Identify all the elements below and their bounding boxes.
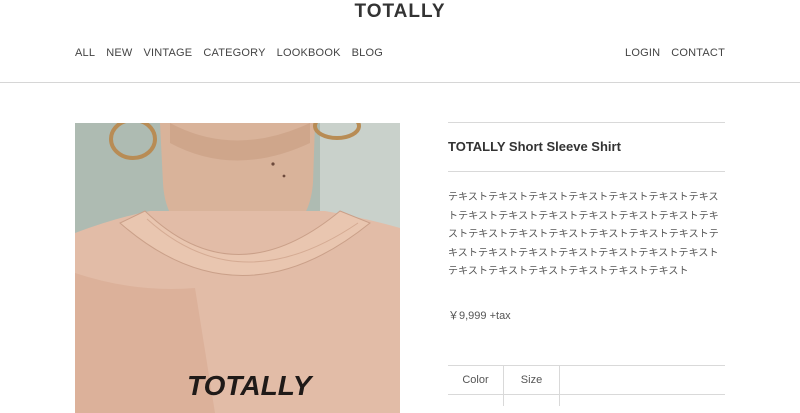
site-header: TOTALLY ALL NEW VINTAGE CATEGORY LOOKBOO… bbox=[0, 0, 800, 83]
nav-lookbook[interactable]: LOOKBOOK bbox=[277, 47, 341, 59]
product-details: TOTALLY Short Sleeve Shirt テキストテキストテキストテ… bbox=[448, 122, 725, 323]
nav-blog[interactable]: BLOG bbox=[352, 47, 383, 59]
site-logo[interactable]: TOTALLY bbox=[0, 1, 800, 23]
account-nav: LOGIN CONTACT bbox=[625, 47, 725, 59]
color-option-header[interactable]: Color bbox=[448, 366, 504, 406]
size-option-header[interactable]: Size bbox=[504, 366, 560, 406]
nav-contact[interactable]: CONTACT bbox=[671, 47, 725, 59]
product-description: テキストテキストテキストテキストテキストテキストテキストテキストテキストテキスト… bbox=[448, 192, 719, 277]
nav-new[interactable]: NEW bbox=[106, 47, 132, 59]
product-title: TOTALLY Short Sleeve Shirt bbox=[448, 139, 621, 154]
product-image[interactable]: TOTALLY bbox=[75, 123, 400, 413]
nav-all[interactable]: ALL bbox=[75, 47, 95, 59]
options-row-divider bbox=[448, 394, 725, 395]
title-bottom-divider bbox=[448, 171, 725, 172]
nav-category[interactable]: CATEGORY bbox=[203, 47, 265, 59]
product-price: ￥9,999 +tax bbox=[448, 309, 511, 322]
shirt-print-text: TOTALLY bbox=[187, 370, 314, 401]
neck-mole bbox=[271, 162, 275, 166]
neck-mole-2 bbox=[282, 174, 286, 178]
options-empty-cell bbox=[560, 366, 725, 406]
nav-vintage[interactable]: VINTAGE bbox=[143, 47, 192, 59]
nav-login[interactable]: LOGIN bbox=[625, 47, 660, 59]
main-nav: ALL NEW VINTAGE CATEGORY LOOKBOOK BLOG bbox=[75, 47, 383, 59]
product-photo-illustration: TOTALLY bbox=[75, 123, 400, 413]
